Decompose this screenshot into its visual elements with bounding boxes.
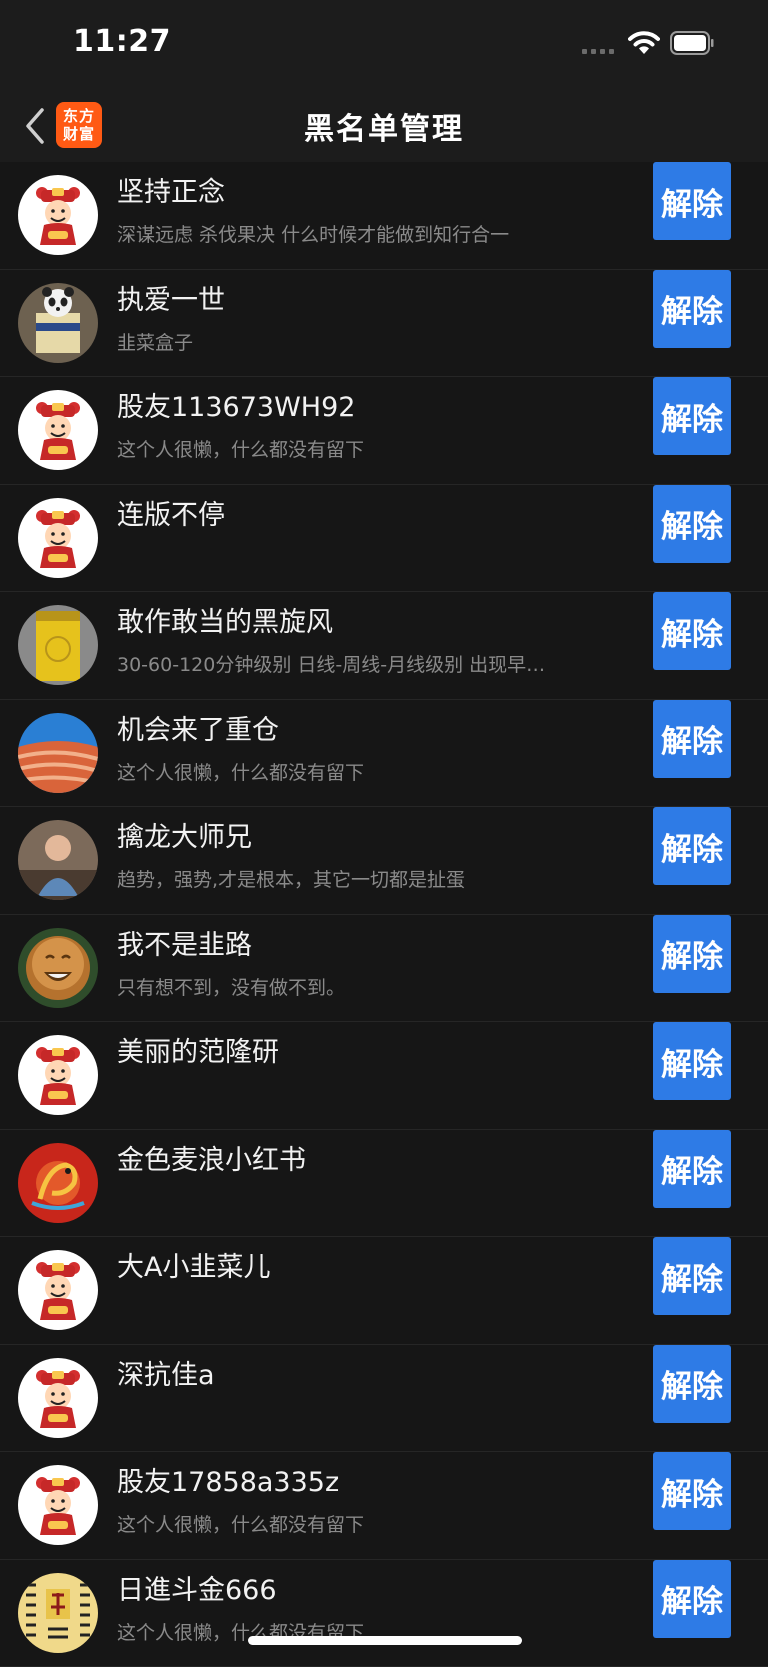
battery-icon <box>670 31 714 55</box>
list-item[interactable]: 连版不停 解除 <box>0 485 768 593</box>
user-bio: 深谋远虑 杀伐果决 什么时候才能做到知行合一 <box>117 220 622 247</box>
user-name: 股友113673WH92 <box>117 385 355 424</box>
unblock-button[interactable]: 解除 <box>653 807 731 885</box>
user-name: 美丽的范隆研 <box>117 1030 279 1069</box>
user-name: 连版不停 <box>117 493 225 532</box>
caishen-avatar[interactable] <box>18 1250 98 1330</box>
unblock-button[interactable]: 解除 <box>653 700 731 778</box>
user-bio: 30-60-120分钟级别 日线-周线-月线级别 出现早… <box>117 650 622 677</box>
unblock-button[interactable]: 解除 <box>653 377 731 455</box>
caishen-avatar[interactable] <box>18 1035 98 1115</box>
panda-avatar[interactable] <box>18 283 98 363</box>
person-avatar[interactable] <box>18 820 98 900</box>
list-item[interactable]: 大A小韭菜儿 解除 <box>0 1237 768 1345</box>
caishen-avatar[interactable] <box>18 175 98 255</box>
unblock-button[interactable]: 解除 <box>653 1237 731 1315</box>
user-name: 坚持正念 <box>117 170 225 209</box>
list-item[interactable]: 美丽的范隆研 解除 <box>0 1022 768 1130</box>
user-name: 机会来了重仓 <box>117 708 279 747</box>
unblock-button[interactable]: 解除 <box>653 1345 731 1423</box>
unblock-button[interactable]: 解除 <box>653 1022 731 1100</box>
list-item[interactable]: 我不是韭路只有想不到，没有做不到。 解除 <box>0 915 768 1023</box>
user-name: 我不是韭路 <box>117 923 252 962</box>
list-item[interactable]: 股友113673WH92 这个人很懒，什么都没有留下 解除 <box>0 377 768 485</box>
unblock-button[interactable]: 解除 <box>653 270 731 348</box>
list-item[interactable]: 敢作敢当的黑旋风 30-60-120分钟级别 日线-周线-月线级别 出现早… 解除 <box>0 592 768 700</box>
home-indicator[interactable] <box>248 1636 522 1645</box>
status-bar: 11:27 <box>0 0 768 90</box>
list-item[interactable]: 执爱一世韭菜盒子 解除 <box>0 270 768 378</box>
list-item[interactable]: 金色麦浪小红书 解除 <box>0 1130 768 1238</box>
caishen-avatar[interactable] <box>18 498 98 578</box>
user-bio: 这个人很懒，什么都没有留下 <box>117 758 622 785</box>
list-item[interactable]: 股友17858a335z 这个人很懒，什么都没有留下 解除 <box>0 1452 768 1560</box>
caishen-avatar[interactable] <box>18 1465 98 1545</box>
user-name: 大A小韭菜儿 <box>117 1245 270 1284</box>
user-name: 敢作敢当的黑旋风 <box>117 600 333 639</box>
nav-bar: 东方 财富 黑名单管理 <box>0 90 768 162</box>
cellular-signal-icon <box>582 48 616 54</box>
list-item[interactable]: 深抗佳a 解除 <box>0 1345 768 1453</box>
status-time: 11:27 <box>73 24 171 59</box>
user-name: 金色麦浪小红书 <box>117 1138 306 1177</box>
list-item[interactable]: 擒龙大师兄趋势，强势,才是根本，其它一切都是扯蛋 解除 <box>0 807 768 915</box>
user-name: 日進斗金666 <box>117 1568 277 1607</box>
buddha-avatar[interactable] <box>18 928 98 1008</box>
unblock-button[interactable]: 解除 <box>653 915 731 993</box>
calligraphy-avatar[interactable] <box>18 1573 98 1653</box>
user-bio: 这个人很懒，什么都没有留下 <box>117 435 622 462</box>
unblock-button[interactable]: 解除 <box>653 485 731 563</box>
yellow-pack-avatar[interactable] <box>18 605 98 685</box>
canyon-avatar[interactable] <box>18 713 98 793</box>
caishen-avatar[interactable] <box>18 390 98 470</box>
user-name: 擒龙大师兄 <box>117 815 252 854</box>
user-bio: 只有想不到，没有做不到。 <box>117 973 622 1000</box>
dragon-avatar[interactable] <box>18 1143 98 1223</box>
list-item[interactable]: 日進斗金666这个人很懒，什么都没有留下解除 <box>0 1560 768 1667</box>
list-item[interactable]: 机会来了重仓这个人很懒，什么都没有留下 解除 <box>0 700 768 808</box>
user-name: 股友17858a335z <box>117 1460 339 1499</box>
unblock-button[interactable]: 解除 <box>653 592 731 670</box>
blacklist: 坚持正念深谋远虑 杀伐果决 什么时候才能做到知行合一解除执爱一世韭菜盒子解除股友… <box>0 162 768 1667</box>
unblock-button[interactable]: 解除 <box>653 162 731 240</box>
user-name: 深抗佳a <box>117 1353 215 1392</box>
wifi-icon <box>628 30 660 56</box>
user-bio: 趋势，强势,才是根本，其它一切都是扯蛋 <box>117 865 622 892</box>
list-item[interactable]: 坚持正念深谋远虑 杀伐果决 什么时候才能做到知行合一 解除 <box>0 162 768 270</box>
unblock-button[interactable]: 解除 <box>653 1130 731 1208</box>
user-bio: 韭菜盒子 <box>117 328 622 355</box>
unblock-button[interactable]: 解除 <box>653 1452 731 1530</box>
unblock-button[interactable]: 解除 <box>653 1560 731 1638</box>
caishen-avatar[interactable] <box>18 1358 98 1438</box>
user-name: 执爱一世 <box>117 278 225 317</box>
user-bio: 这个人很懒，什么都没有留下 <box>117 1510 622 1537</box>
page-title: 黑名单管理 <box>0 104 768 148</box>
